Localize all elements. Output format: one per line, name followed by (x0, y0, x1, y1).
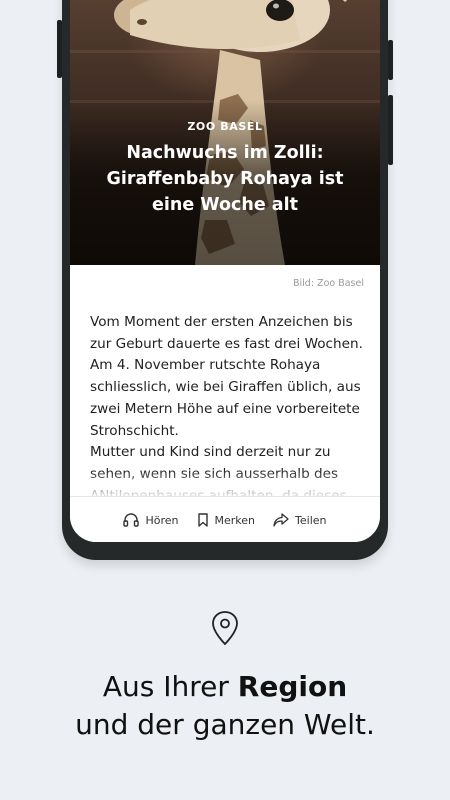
location-pin-icon (212, 611, 238, 646)
article-kicker: ZOO BASEL (187, 120, 263, 133)
share-button[interactable]: Teilen (273, 513, 327, 527)
bookmark-icon (197, 513, 208, 527)
share-label: Teilen (295, 513, 327, 527)
phone-side-button (388, 40, 393, 80)
promo-tagline: Aus Ihrer Region und der ganzen Welt. (0, 668, 450, 744)
article-headline[interactable]: Nachwuchs im Zolli: Giraffenbaby Rohaya … (90, 140, 360, 218)
article-hero-image[interactable]: ZOO BASEL Nachwuchs im Zolli: Giraffenba… (70, 0, 380, 265)
article-action-bar: Hören Merken Teilen (70, 496, 380, 542)
tagline-prefix: Aus Ihrer (102, 670, 238, 703)
article-paragraph: Vom Moment der ersten Anzeichen bis zur … (90, 314, 363, 439)
tagline-bold: Region (237, 670, 348, 703)
phone-screen: ZOO BASEL Nachwuchs im Zolli: Giraffenba… (70, 0, 380, 542)
tagline-line-1: Aus Ihrer Region (0, 668, 450, 706)
article-body: Vom Moment der ersten Anzeichen bis zur … (90, 312, 370, 496)
listen-button[interactable]: Hören (123, 513, 179, 527)
share-arrow-icon (273, 513, 289, 527)
bookmark-button[interactable]: Merken (197, 513, 256, 527)
tagline-line-2: und der ganzen Welt. (75, 708, 375, 741)
headphones-icon (123, 513, 140, 527)
bookmark-label: Merken (214, 513, 256, 527)
phone-side-button (388, 95, 393, 165)
phone-side-button (57, 20, 62, 78)
image-credit: Bild: Zoo Basel (293, 278, 364, 289)
listen-label: Hören (145, 513, 179, 527)
phone-mockup: ZOO BASEL Nachwuchs im Zolli: Giraffenba… (57, 0, 393, 560)
